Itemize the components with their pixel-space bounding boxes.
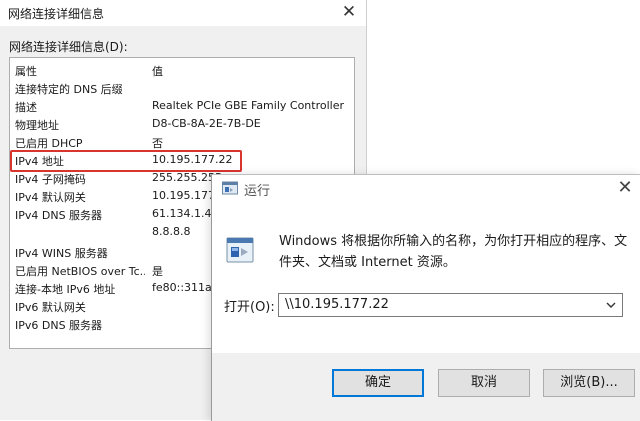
row-property: IPv4 默认网关 (15, 191, 86, 204)
row-property: IPv4 WINS 服务器 (15, 247, 108, 260)
row-property: 连接特定的 DNS 后缀 (15, 83, 123, 96)
row-value: 10.195.177. (152, 189, 219, 202)
row-value: 8.8.8.8 (152, 225, 191, 238)
run-dialog: 运行 ✕ Windows 将根据你所输入的名称，为你打开相应的程序、文件夹、文档… (211, 174, 640, 421)
column-header-value: 值 (152, 65, 163, 78)
run-program-icon (226, 237, 254, 263)
row-property: IPv4 DNS 服务器 (15, 209, 103, 222)
network-details-close-icon[interactable]: ✕ (338, 2, 360, 22)
list-item[interactable]: 连接特定的 DNS 后缀 (10, 80, 354, 98)
browse-button[interactable]: 浏览(B)... (543, 369, 635, 397)
ok-button[interactable]: 确定 (332, 369, 424, 397)
row-property: 已启用 DHCP (15, 137, 83, 150)
open-label: 打开(O): (224, 300, 275, 315)
row-value: 是 (152, 265, 163, 278)
ipv4-highlight-box (10, 150, 242, 172)
open-combobox[interactable]: \\10.195.177.22 (278, 293, 623, 317)
row-property: 连接-本地 IPv6 地址 (15, 283, 116, 296)
network-details-titlebar: 网络连接详细信息 ✕ (0, 0, 366, 26)
run-dialog-close-icon[interactable]: ✕ (613, 176, 637, 200)
row-property: 描述 (15, 101, 37, 114)
run-icon (222, 181, 238, 195)
list-item[interactable]: 描述 Realtek PCIe GBE Family Controller (10, 98, 354, 116)
row-value: Realtek PCIe GBE Family Controller (152, 99, 345, 112)
list-item[interactable]: 物理地址 D8-CB-8A-2E-7B-DE (10, 116, 354, 134)
details-list-label: 网络连接详细信息(D): (9, 40, 128, 54)
row-property: IPv4 子网掩码 (15, 173, 86, 186)
row-value: D8-CB-8A-2E-7B-DE (152, 117, 261, 130)
list-header: 属性 值 (10, 62, 354, 80)
chevron-down-icon[interactable] (604, 298, 618, 312)
row-property: IPv6 默认网关 (15, 301, 86, 314)
row-value: 否 (152, 137, 163, 150)
row-value: 61.134.1.4 (152, 207, 212, 220)
row-property: 已启用 NetBIOS over Tc... (15, 265, 145, 278)
open-input[interactable]: \\10.195.177.22 (285, 297, 389, 312)
column-header-property: 属性 (15, 65, 37, 78)
run-dialog-description: Windows 将根据你所输入的名称，为你打开相应的程序、文件夹、文档或 Int… (279, 234, 628, 270)
run-dialog-title: 运行 (244, 184, 271, 199)
row-property: IPv6 DNS 服务器 (15, 319, 103, 332)
row-property: 物理地址 (15, 119, 59, 132)
cancel-button[interactable]: 取消 (438, 369, 530, 397)
network-details-title: 网络连接详细信息 (8, 7, 105, 21)
